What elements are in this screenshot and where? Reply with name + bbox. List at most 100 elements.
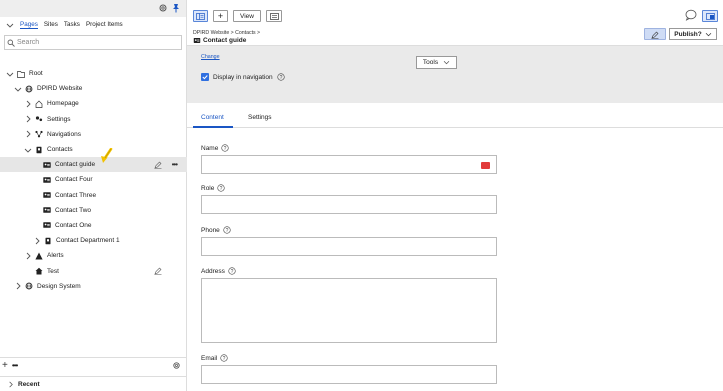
more-options-button[interactable]: ••• xyxy=(12,361,18,370)
book-icon xyxy=(36,146,42,153)
chevron-right-icon[interactable] xyxy=(24,100,32,108)
chevron-down-icon[interactable] xyxy=(24,146,32,154)
field-label-text: Email xyxy=(201,354,218,362)
comment-icon[interactable] xyxy=(685,9,697,21)
tree-item-contact-four[interactable]: Contact Four xyxy=(0,172,187,187)
tree-item-label: Test xyxy=(47,267,59,275)
chevron-down-icon xyxy=(443,60,450,65)
sidebar: Pages Sites Tasks Project Items Search R… xyxy=(0,0,187,391)
phone-field[interactable] xyxy=(201,237,497,256)
address-field-label: Address ? xyxy=(201,267,236,275)
edit-mode-button[interactable] xyxy=(644,28,666,40)
chevron-down-icon[interactable] xyxy=(6,70,14,78)
tab-sites[interactable]: Sites xyxy=(44,21,58,28)
add-button[interactable]: + xyxy=(213,10,228,22)
tab-settings[interactable]: Settings xyxy=(248,114,272,121)
add-button[interactable]: + xyxy=(2,360,8,371)
tree-item-alerts[interactable]: Alerts xyxy=(0,248,187,263)
name-field[interactable] xyxy=(201,155,497,174)
help-icon[interactable]: ? xyxy=(221,144,229,152)
chevron-down-icon xyxy=(705,32,711,36)
pointer-arrow-icon xyxy=(101,148,113,163)
tree-item-settings[interactable]: Settings xyxy=(0,112,187,127)
field-label-text: Address xyxy=(201,267,225,275)
pin-icon[interactable] xyxy=(171,3,181,13)
page-info-panel: Change Tools Display in navigation ? xyxy=(187,45,723,103)
recent-section[interactable]: Recent xyxy=(0,376,187,391)
tree-item-label: Alerts xyxy=(47,252,64,260)
field-label-text: Role xyxy=(201,184,215,192)
layout-toggle-button[interactable] xyxy=(193,10,208,22)
tab-content[interactable]: Content xyxy=(201,114,224,121)
tree-item-navigations[interactable]: Navigations xyxy=(0,127,187,142)
gear-icon[interactable] xyxy=(158,3,168,13)
tree-item-dpird-website[interactable]: DPIRD Website xyxy=(0,81,187,96)
chevron-right-icon[interactable] xyxy=(24,130,32,138)
publish-button[interactable]: Publish? xyxy=(669,28,717,40)
tools-dropdown[interactable]: Tools xyxy=(416,56,457,69)
contact-card-icon xyxy=(43,222,51,229)
display-in-navigation-checkbox[interactable] xyxy=(201,73,209,81)
change-link[interactable]: Change xyxy=(201,54,220,60)
svg-text:?: ? xyxy=(223,356,226,362)
help-icon[interactable]: ? xyxy=(228,267,236,275)
help-icon[interactable]: ? xyxy=(277,73,285,81)
tree-item-root[interactable]: Root xyxy=(0,66,187,81)
book-icon xyxy=(45,237,51,244)
help-icon[interactable]: ? xyxy=(220,354,228,362)
panel-toggle-button[interactable] xyxy=(702,10,718,22)
preview-button[interactable] xyxy=(266,10,282,22)
chevron-right-icon[interactable] xyxy=(33,237,41,245)
home-outline-icon xyxy=(35,100,43,108)
sidebar-tabs: Pages Sites Tasks Project Items xyxy=(0,17,186,32)
display-in-navigation: Display in navigation ? xyxy=(201,73,285,81)
tree-item-contact-two[interactable]: Contact Two xyxy=(0,203,187,218)
tree-item-test[interactable]: Test xyxy=(0,263,187,278)
tree-item-homepage[interactable]: Homepage xyxy=(0,96,187,111)
pencil-icon[interactable] xyxy=(154,161,162,169)
chevron-right-icon[interactable] xyxy=(14,282,22,290)
password-manager-icon[interactable] xyxy=(481,162,490,169)
tree-item-contact-three[interactable]: Contact Three xyxy=(0,188,187,203)
search-input[interactable]: Search xyxy=(4,35,182,50)
tree-item-label: Contact guide xyxy=(55,161,96,169)
tab-pages[interactable]: Pages xyxy=(20,21,38,29)
more-options-icon[interactable]: ••• xyxy=(172,160,178,169)
tab-tasks[interactable]: Tasks xyxy=(64,21,80,28)
gear-icon[interactable] xyxy=(172,361,181,370)
tree-item-contacts[interactable]: Contacts xyxy=(0,142,187,157)
tree-item-contact-guide[interactable]: Contact guide ••• xyxy=(0,157,187,173)
view-button[interactable]: View xyxy=(233,10,261,22)
svg-text:?: ? xyxy=(224,146,227,152)
chevron-down-icon[interactable] xyxy=(14,85,22,93)
panel-icon xyxy=(705,12,715,20)
phone-field-label: Phone ? xyxy=(201,226,231,234)
display-in-navigation-label: Display in navigation xyxy=(213,73,273,81)
contact-card-icon xyxy=(43,207,51,214)
chevron-down-icon[interactable] xyxy=(6,21,14,29)
tree-item-contact-department-1[interactable]: Contact Department 1 xyxy=(0,233,187,248)
svg-text:?: ? xyxy=(279,75,282,81)
svg-text:?: ? xyxy=(220,186,223,192)
role-field[interactable] xyxy=(201,195,497,214)
tree-item-label: Contact Department 1 xyxy=(56,237,120,245)
editor-panel: + View DPIRD Website > Contacts > Contac… xyxy=(187,0,723,391)
page-tree: Root DPIRD Website Homepage Settings Nav… xyxy=(0,66,187,294)
sidebar-topbar xyxy=(0,0,186,17)
tree-item-label: Contacts xyxy=(47,146,73,154)
email-field[interactable] xyxy=(201,365,497,384)
field-label-text: Name xyxy=(201,144,219,152)
chevron-right-icon[interactable] xyxy=(24,115,32,123)
pencil-icon[interactable] xyxy=(154,267,162,276)
breadcrumb[interactable]: DPIRD Website > Contacts > xyxy=(193,30,260,36)
tree-item-design-system[interactable]: Design System xyxy=(0,279,187,294)
sitemap-icon xyxy=(35,131,43,138)
chevron-right-icon[interactable] xyxy=(24,252,32,260)
tab-project-items[interactable]: Project Items xyxy=(86,21,123,28)
help-icon[interactable]: ? xyxy=(217,184,225,192)
tree-item-label: Homepage xyxy=(47,100,79,108)
address-textarea[interactable] xyxy=(201,278,497,343)
sidebar-footer: + ••• xyxy=(0,357,187,372)
help-icon[interactable]: ? xyxy=(223,226,231,234)
tree-item-contact-one[interactable]: Contact One xyxy=(0,218,187,233)
